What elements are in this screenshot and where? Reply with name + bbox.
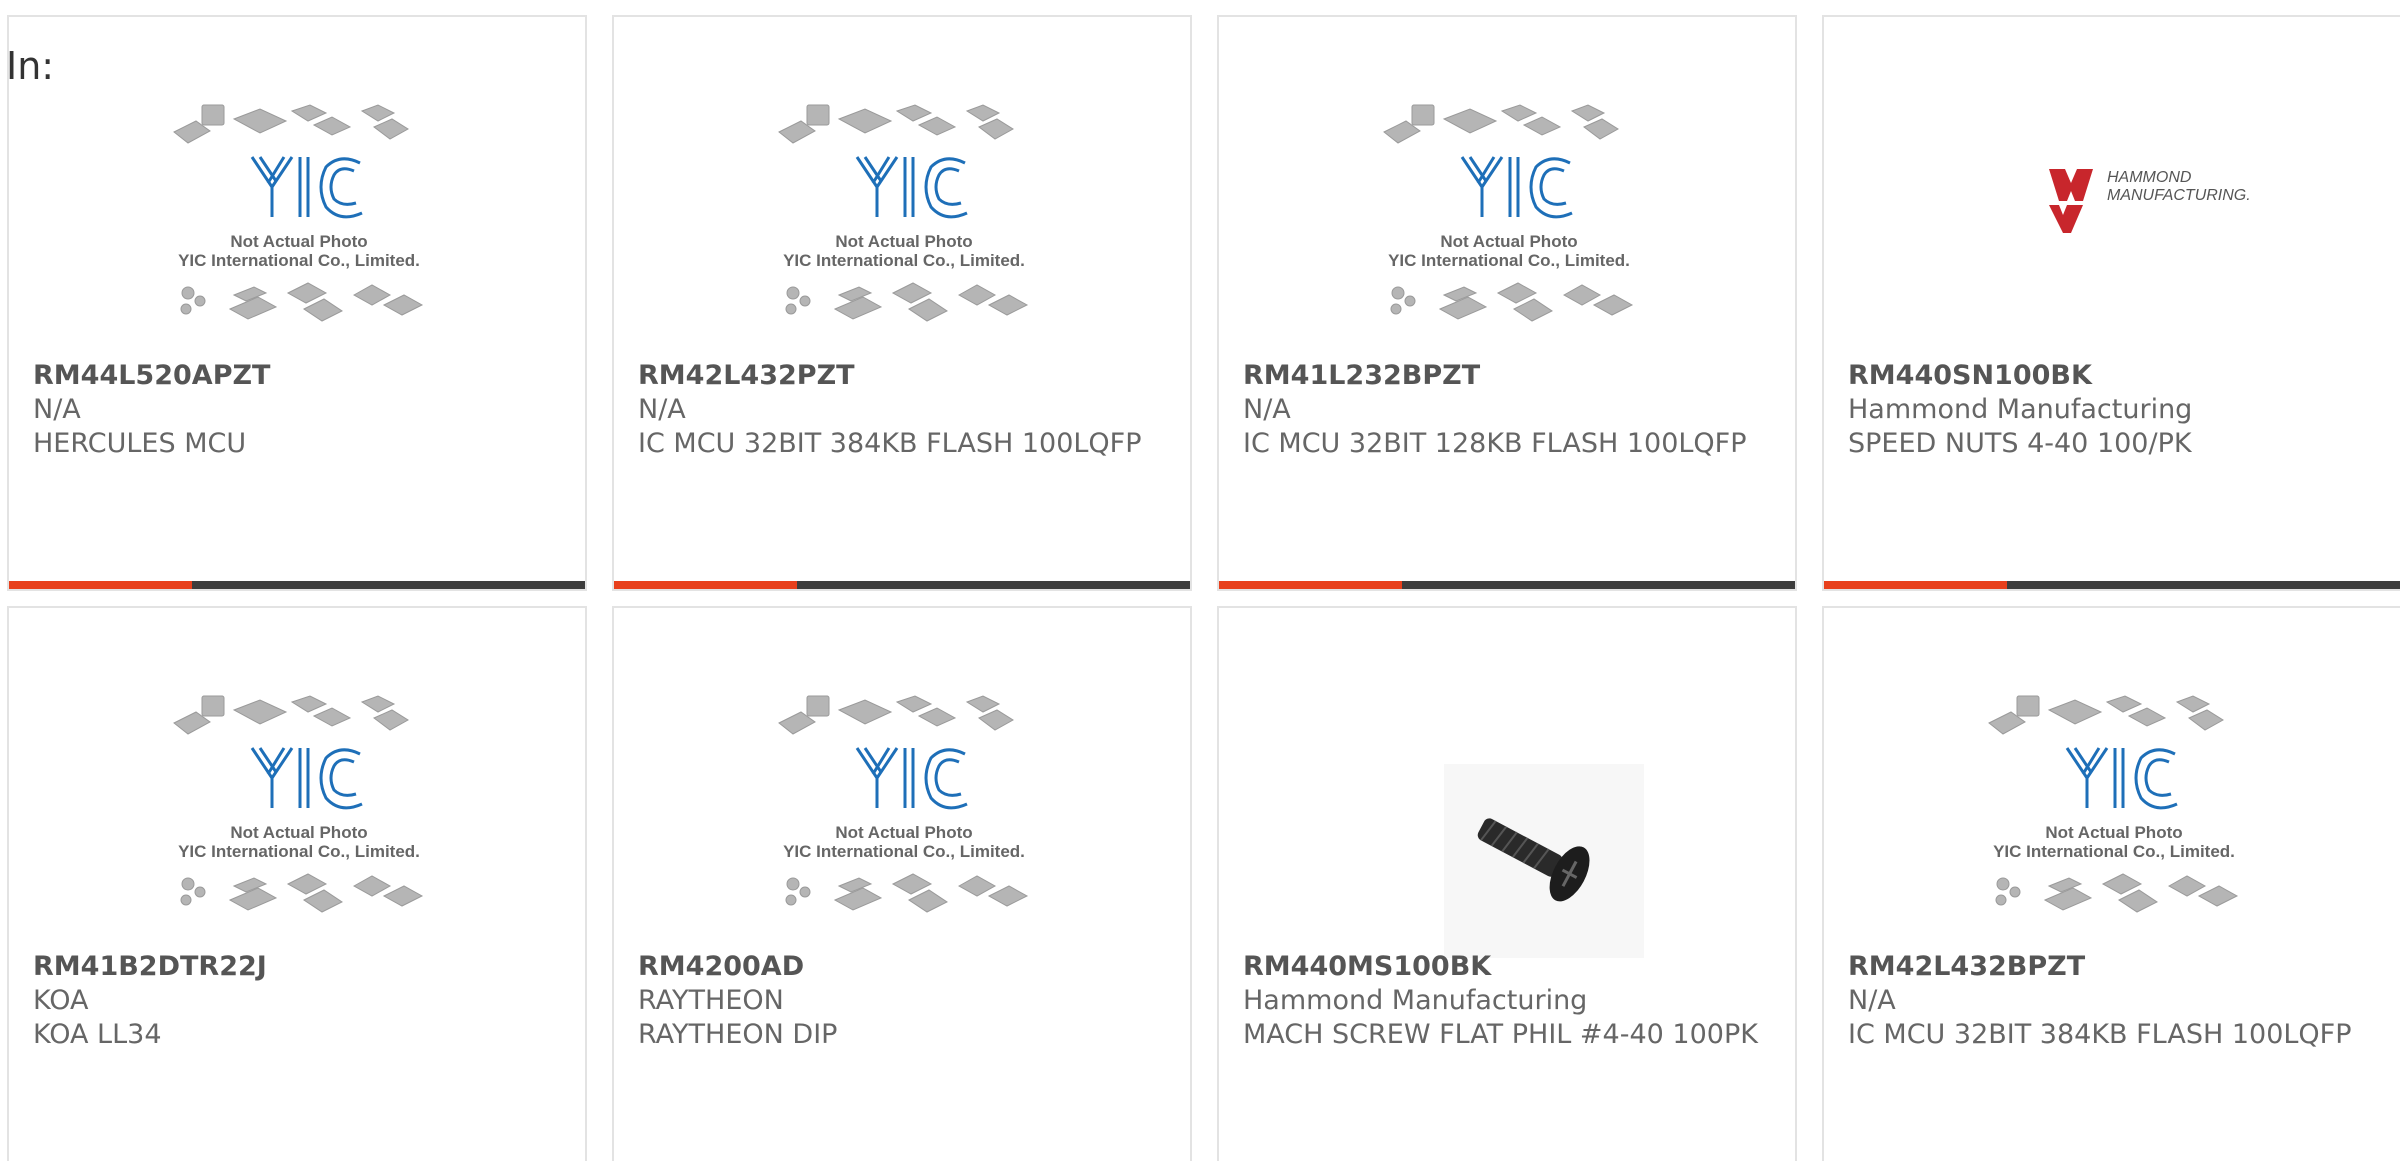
yic-placeholder-image: Not Actual Photo YIC International Co., … <box>1988 695 2239 913</box>
product-image[interactable]: Not Actual Photo YIC International Co., … <box>614 97 1190 367</box>
hammond-logo-image: HAMMOND MANUFACTURING. <box>2049 169 2249 233</box>
hammond-line1: HAMMOND <box>2107 169 2192 186</box>
card-accent-bar <box>614 581 797 589</box>
card-accent-bar <box>9 581 192 589</box>
placeholder-line1: Not Actual Photo <box>835 823 972 842</box>
placeholder-line2: YIC International Co., Limited. <box>1388 251 1630 270</box>
product-description: KOA LL34 <box>33 1019 162 1050</box>
card-hover-bar <box>614 581 1190 589</box>
product-info: RM42L432BPZT N/A IC MCU 32BIT 384KB FLASH … <box>1848 950 2376 1052</box>
placeholder-line2: YIC International Co., Limited. <box>178 251 420 270</box>
product-manufacturer: N/A <box>1243 394 1291 425</box>
product-info: RM4200AD RAYTHEON RAYTHEON DIP <box>638 950 1166 1052</box>
product-part-number[interactable]: RM4200AD <box>638 950 1166 984</box>
product-info: RM44L520APZT N/A HERCULES MCU <box>33 359 561 461</box>
product-card[interactable]: Not Actual Photo YIC International Co., … <box>1822 606 2400 1161</box>
placeholder-line1: Not Actual Photo <box>230 823 367 842</box>
product-grid-page: In: Not Actual Photo YIC International C… <box>0 0 2400 1161</box>
placeholder-line1: Not Actual Photo <box>1440 232 1577 251</box>
screw-photo-image <box>1444 764 1644 958</box>
product-part-number[interactable]: RM42L432BPZT <box>1848 950 2376 984</box>
product-image[interactable]: Not Actual Photo YIC International Co., … <box>9 688 585 958</box>
product-image[interactable]: Not Actual Photo YIC International Co., … <box>1824 688 2400 958</box>
product-info: RM41B2DTR22J KOA KOA LL34 <box>33 950 561 1052</box>
product-part-number[interactable]: RM440MS100BK <box>1243 950 1771 984</box>
yic-placeholder-image: Not Actual Photo YIC International Co., … <box>778 104 1029 322</box>
yic-placeholder-image: Not Actual Photo YIC International Co., … <box>173 104 424 322</box>
in-label: In: <box>6 44 55 88</box>
product-manufacturer: Hammond Manufacturing <box>1243 985 1588 1016</box>
placeholder-line1: Not Actual Photo <box>230 232 367 251</box>
product-description: RAYTHEON DIP <box>638 1019 838 1050</box>
product-image[interactable]: Not Actual Photo YIC International Co., … <box>1219 97 1795 367</box>
card-accent-bar <box>1219 581 1402 589</box>
product-card[interactable]: Not Actual Photo YIC International Co., … <box>7 15 587 591</box>
product-part-number[interactable]: RM44L520APZT <box>33 359 561 393</box>
product-manufacturer: RAYTHEON <box>638 985 784 1016</box>
product-card[interactable]: HAMMOND MANUFACTURING. RM440SN100BK Hammo… <box>1822 15 2400 591</box>
yic-placeholder-image: Not Actual Photo YIC International Co., … <box>173 695 424 913</box>
placeholder-line2: YIC International Co., Limited. <box>1993 842 2235 861</box>
product-image[interactable]: Not Actual Photo YIC International Co., … <box>614 688 1190 958</box>
product-description: IC MCU 32BIT 384KB FLASH 100LQFP <box>1848 1019 2352 1050</box>
product-card[interactable]: Not Actual Photo YIC International Co., … <box>612 606 1192 1161</box>
product-info: RM440SN100BK Hammond Manufacturing SPEED N… <box>1848 359 2376 461</box>
product-part-number[interactable]: RM42L432PZT <box>638 359 1166 393</box>
product-part-number[interactable]: RM41L232BPZT <box>1243 359 1771 393</box>
product-info: RM42L432PZT N/A IC MCU 32BIT 384KB FLASH 1… <box>638 359 1166 461</box>
placeholder-line2: YIC International Co., Limited. <box>178 842 420 861</box>
product-image[interactable] <box>1219 688 1795 958</box>
product-description: SPEED NUTS 4-40 100/PK <box>1848 428 2192 459</box>
product-card[interactable]: Not Actual Photo YIC International Co., … <box>1217 15 1797 591</box>
product-manufacturer: N/A <box>1848 985 1896 1016</box>
yic-placeholder-image: Not Actual Photo YIC International Co., … <box>1383 104 1634 322</box>
placeholder-line2: YIC International Co., Limited. <box>783 842 1025 861</box>
card-hover-bar <box>1824 581 2400 589</box>
placeholder-line2: YIC International Co., Limited. <box>783 251 1025 270</box>
card-hover-bar <box>1219 581 1795 589</box>
product-image[interactable]: Not Actual Photo YIC International Co., … <box>9 97 585 367</box>
product-image[interactable]: HAMMOND MANUFACTURING. <box>1824 97 2400 367</box>
product-card[interactable]: Not Actual Photo YIC International Co., … <box>7 606 587 1161</box>
hammond-line2: MANUFACTURING. <box>2107 187 2249 204</box>
placeholder-line1: Not Actual Photo <box>2045 823 2182 842</box>
product-info: RM41L232BPZT N/A IC MCU 32BIT 128KB FLASH … <box>1243 359 1771 461</box>
product-manufacturer: KOA <box>33 985 89 1016</box>
product-card[interactable]: RM440MS100BK Hammond Manufacturing MACH SC… <box>1217 606 1797 1161</box>
product-manufacturer: N/A <box>33 394 81 425</box>
product-description: IC MCU 32BIT 128KB FLASH 100LQFP <box>1243 428 1747 459</box>
product-info: RM440MS100BK Hammond Manufacturing MACH SC… <box>1243 950 1771 1052</box>
product-description: HERCULES MCU <box>33 428 247 459</box>
placeholder-line1: Not Actual Photo <box>835 232 972 251</box>
product-manufacturer: Hammond Manufacturing <box>1848 394 2193 425</box>
card-hover-bar <box>9 581 585 589</box>
card-accent-bar <box>1824 581 2007 589</box>
product-description: MACH SCREW FLAT PHIL #4-40 100PK <box>1243 1019 1758 1050</box>
product-description: IC MCU 32BIT 384KB FLASH 100LQFP <box>638 428 1142 459</box>
product-grid: Not Actual Photo YIC International Co., … <box>7 15 2400 1161</box>
product-part-number[interactable]: RM440SN100BK <box>1848 359 2376 393</box>
product-part-number[interactable]: RM41B2DTR22J <box>33 950 561 984</box>
product-card[interactable]: Not Actual Photo YIC International Co., … <box>612 15 1192 591</box>
yic-placeholder-image: Not Actual Photo YIC International Co., … <box>778 695 1029 913</box>
product-manufacturer: N/A <box>638 394 686 425</box>
